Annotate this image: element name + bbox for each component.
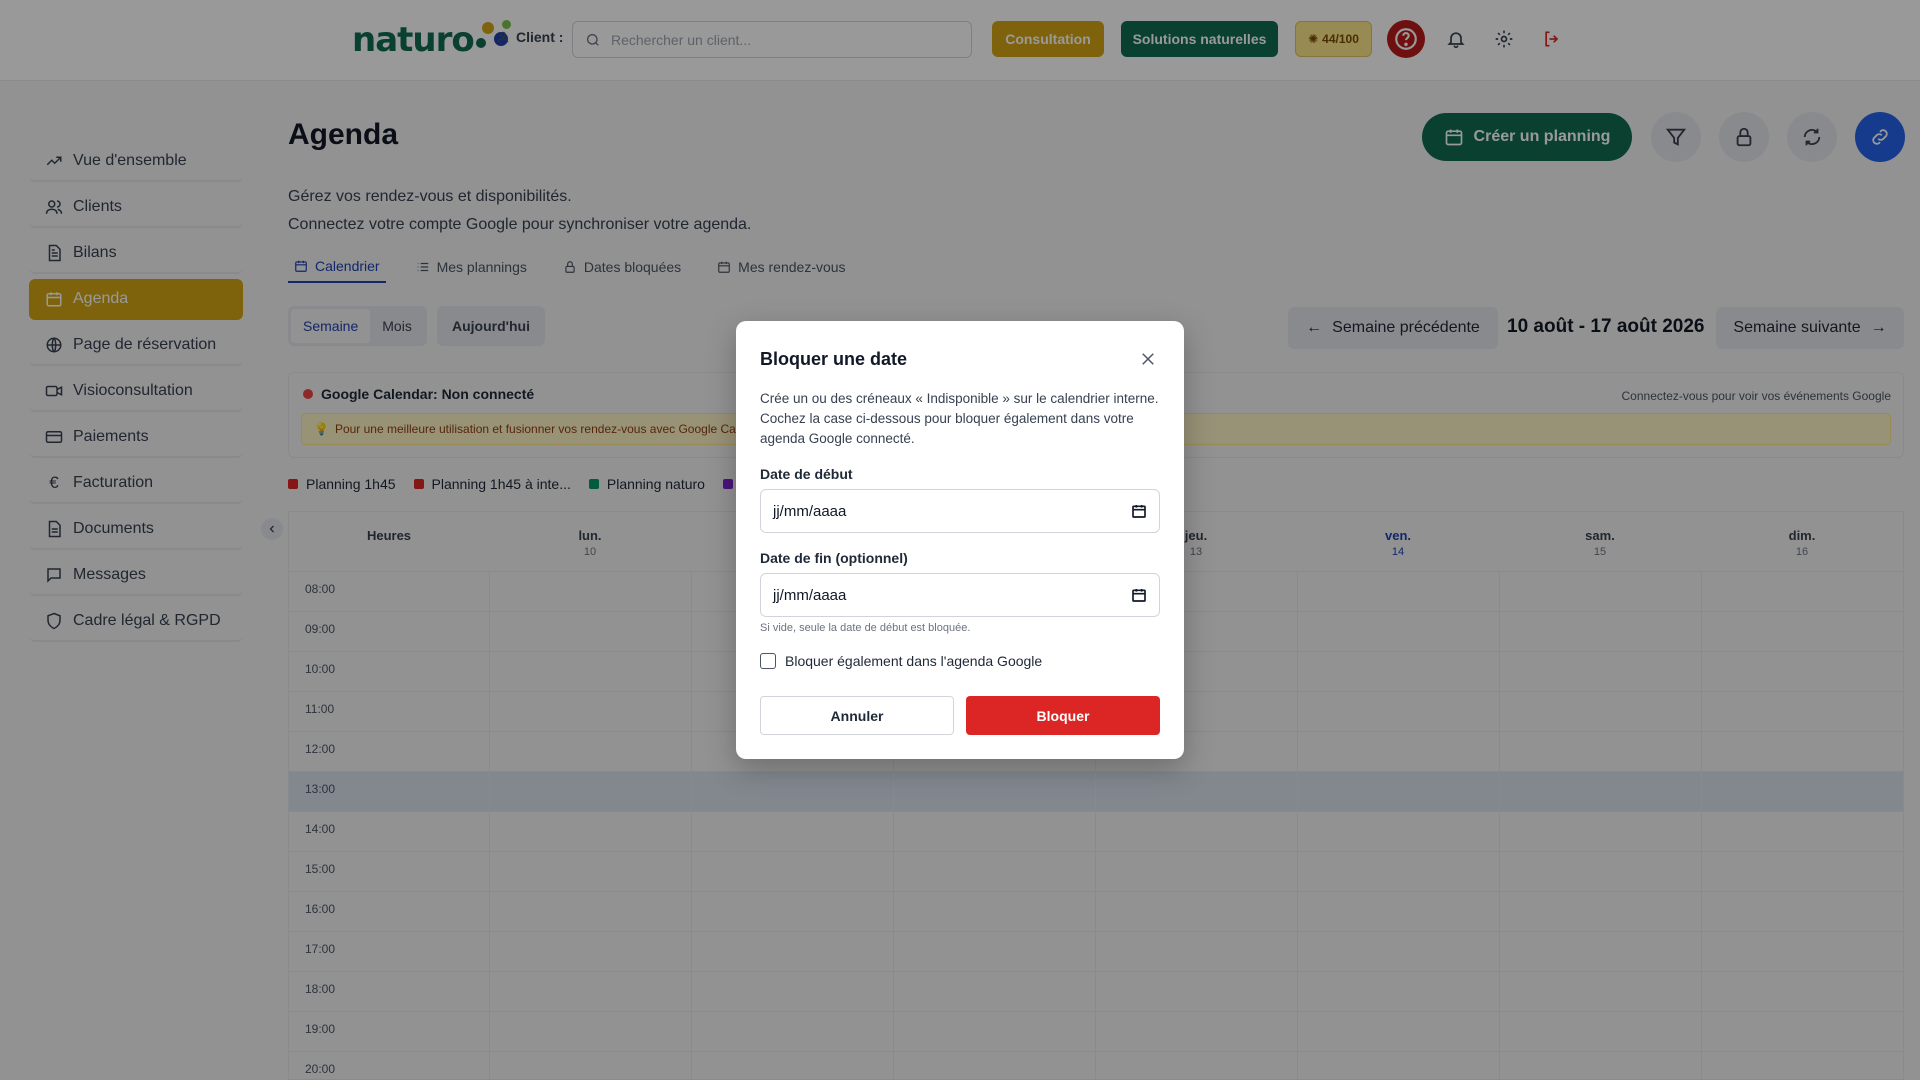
calendar-picker-icon[interactable]: [1131, 587, 1147, 603]
dialog-title: Bloquer une date: [760, 349, 908, 369]
start-date-field[interactable]: jj/mm/aaaa: [760, 489, 1160, 533]
google-block-checkbox-label: Bloquer également dans l'agenda Google: [785, 653, 1043, 669]
end-date-field[interactable]: jj/mm/aaaa: [760, 573, 1160, 617]
end-date-label: Date de fin (optionnel): [760, 550, 908, 566]
start-date-value: jj/mm/aaaa: [773, 502, 847, 520]
end-date-value: jj/mm/aaaa: [773, 586, 847, 604]
dialog-description: Crée un ou des créneaux « Indisponible »…: [760, 391, 1159, 446]
start-date-label: Date de début: [760, 466, 853, 482]
block-button[interactable]: Bloquer: [966, 696, 1160, 735]
end-date-hint: Si vide, seule la date de début est bloq…: [760, 622, 971, 634]
cancel-button[interactable]: Annuler: [760, 696, 954, 735]
google-block-checkbox-row[interactable]: Bloquer également dans l'agenda Google: [760, 653, 1042, 669]
close-icon[interactable]: [1138, 349, 1158, 369]
block-date-dialog: Bloquer une date Crée un ou des créneaux…: [736, 321, 1184, 759]
google-block-checkbox[interactable]: [760, 653, 776, 669]
calendar-picker-icon[interactable]: [1131, 503, 1147, 519]
